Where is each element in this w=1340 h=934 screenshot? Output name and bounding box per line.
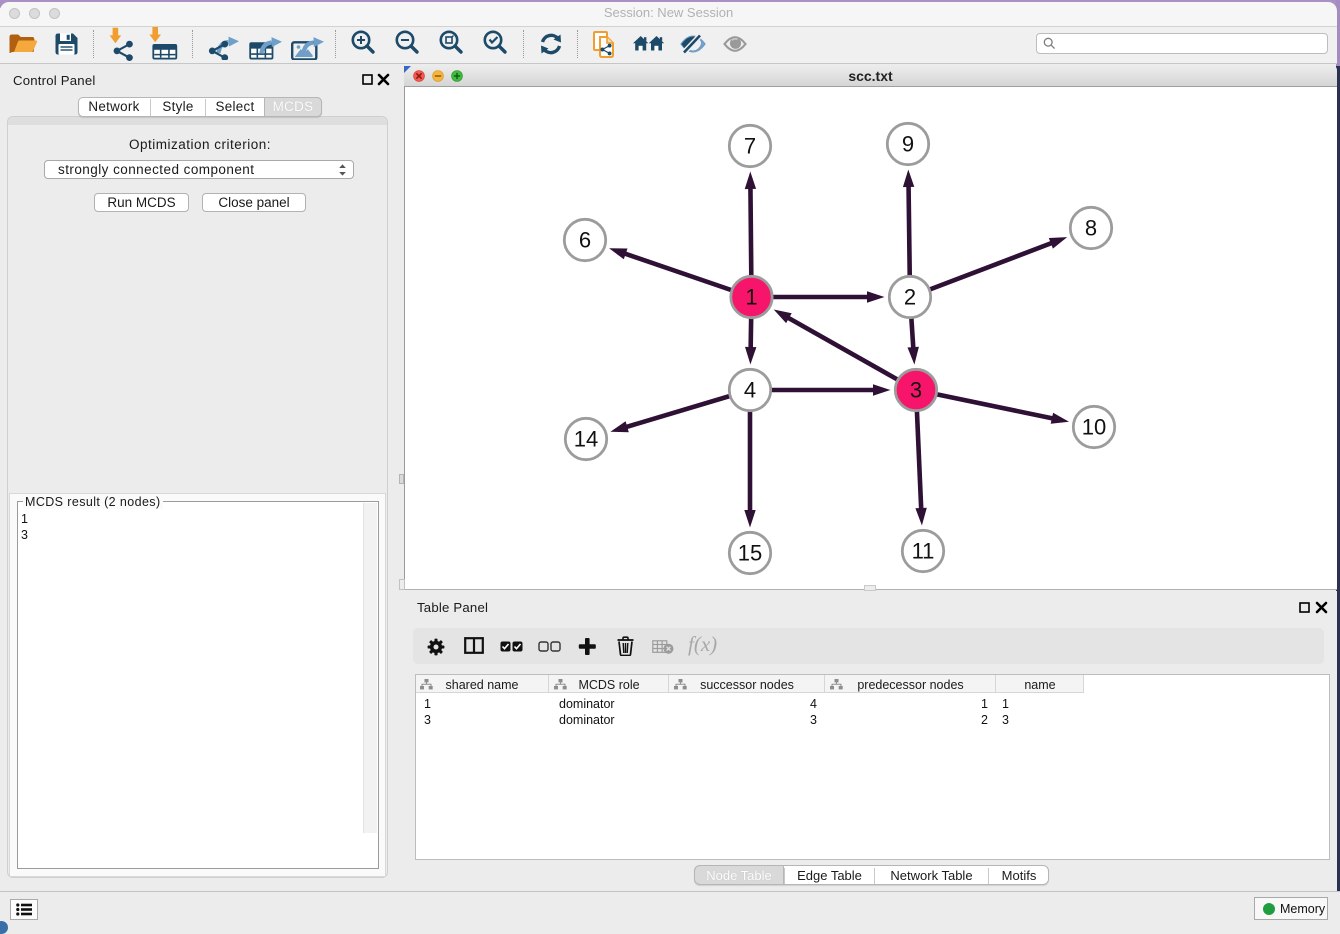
- svg-text:9: 9: [902, 132, 914, 157]
- svg-text:14: 14: [574, 427, 598, 452]
- svg-text:2: 2: [904, 285, 916, 310]
- svg-text:11: 11: [912, 539, 935, 564]
- svg-text:1: 1: [745, 285, 757, 310]
- svg-text:8: 8: [1085, 216, 1097, 241]
- svg-text:3: 3: [910, 378, 922, 403]
- svg-text:4: 4: [744, 378, 756, 403]
- svg-text:10: 10: [1082, 415, 1106, 440]
- svg-text:6: 6: [579, 228, 591, 253]
- svg-text:15: 15: [738, 541, 762, 566]
- svg-text:7: 7: [744, 134, 756, 159]
